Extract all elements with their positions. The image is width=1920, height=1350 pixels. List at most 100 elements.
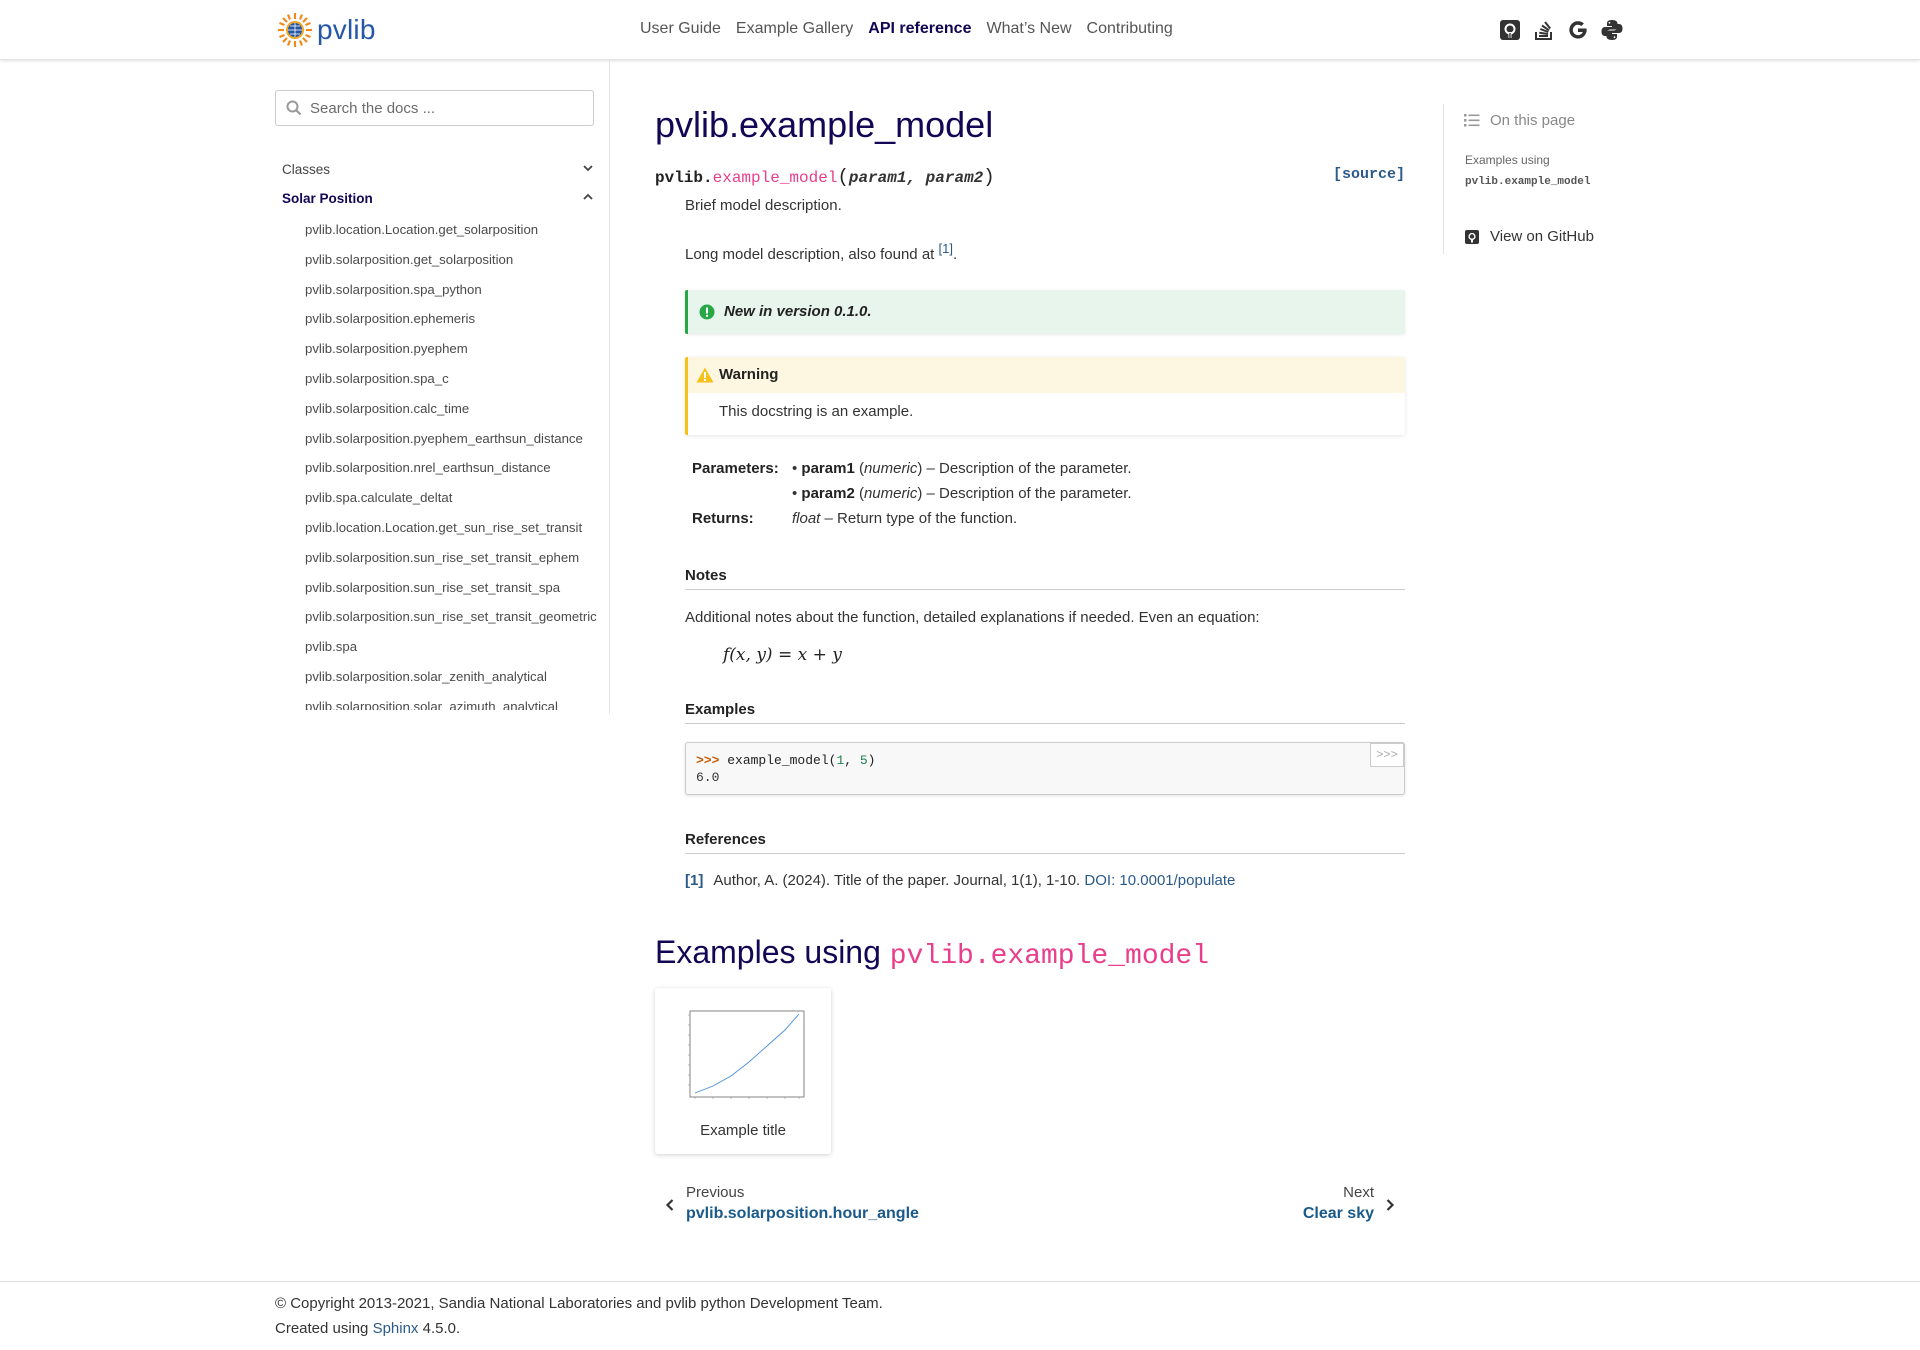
signature-close-paren: ) bbox=[983, 166, 995, 188]
citation-link[interactable]: [1] bbox=[939, 241, 953, 256]
example-thumbnail-card[interactable]: Example title bbox=[655, 988, 831, 1154]
section-label: Solar Position bbox=[282, 191, 373, 206]
pvlib-logo[interactable]: pvlib bbox=[277, 12, 376, 48]
param-item: • param2 (numeric) – Description of the … bbox=[792, 485, 1132, 502]
sphinx-version: 4.5.0. bbox=[418, 1320, 461, 1337]
brief-description: Brief model description. bbox=[685, 197, 842, 214]
sidebar-item[interactable]: pvlib.solarposition.sun_rise_set_transit… bbox=[305, 580, 615, 610]
examples-using-code: pvlib.example_model bbox=[889, 941, 1210, 972]
google-icon[interactable] bbox=[1566, 18, 1590, 42]
search-input[interactable] bbox=[310, 95, 580, 121]
version-added-text: New in version 0.1.0. bbox=[724, 303, 872, 320]
sidebar-item[interactable]: pvlib.solarposition.solar_zenith_analyti… bbox=[305, 669, 615, 699]
exclamation-circle-icon bbox=[699, 304, 715, 320]
created-using: Created using Sphinx 4.5.0. bbox=[275, 1320, 460, 1337]
version-added-note: New in version 0.1.0. bbox=[685, 290, 1405, 334]
sidebar-item[interactable]: pvlib.solarposition.pyephem bbox=[305, 341, 615, 371]
section-label: Classes bbox=[282, 162, 331, 177]
warning-header: Warning bbox=[688, 357, 1405, 393]
sidebar-item[interactable]: pvlib.solarposition.ephemeris bbox=[305, 311, 615, 341]
toc-heading-text: On this page bbox=[1490, 112, 1576, 129]
sidebar-item[interactable]: pvlib.solarposition.spa_python bbox=[305, 282, 615, 312]
param-name: param2 bbox=[801, 485, 855, 502]
on-this-page-toc: On this page Examples using pvlib.exampl… bbox=[1443, 104, 1663, 254]
chevron-left-icon bbox=[665, 1199, 674, 1211]
warning-admonition: Warning This docstring is an example. bbox=[685, 357, 1405, 435]
sidebar-item[interactable]: pvlib.solarposition.calc_time bbox=[305, 401, 615, 431]
previous-title: pvlib.solarposition.hour_angle bbox=[686, 1205, 919, 1222]
code-prompt: >>> bbox=[696, 753, 720, 768]
returns-item: float – Return type of the function. bbox=[792, 510, 1017, 527]
returns-label: Returns: bbox=[692, 510, 754, 527]
previous-page-link[interactable]: Previous pvlib.solarposition.hour_angle bbox=[665, 1184, 919, 1223]
chevron-up-icon[interactable] bbox=[582, 191, 594, 203]
nav-api-reference[interactable]: API reference bbox=[868, 20, 971, 38]
long-description: Long model description, also found at [1… bbox=[685, 241, 957, 263]
signature-prefix: pvlib. bbox=[655, 169, 713, 187]
examples-using-prefix: Examples using bbox=[655, 934, 890, 970]
sidebar-item[interactable]: pvlib.solarposition.pyephem_earthsun_dis… bbox=[305, 431, 615, 461]
param-type: numeric bbox=[863, 460, 918, 477]
copy-prompt-toggle-button[interactable]: >>> bbox=[1370, 743, 1404, 767]
nav-contributing[interactable]: Contributing bbox=[1087, 20, 1173, 38]
next-page-link[interactable]: Next Clear sky bbox=[1303, 1184, 1395, 1223]
code-line-output: 6.0 bbox=[696, 770, 720, 785]
sidebar-item[interactable]: pvlib.solarposition.sun_rise_set_transit… bbox=[305, 550, 615, 580]
warning-body: This docstring is an example. bbox=[719, 403, 914, 420]
sidebar-item[interactable]: pvlib.location.Location.get_solarpositio… bbox=[305, 222, 615, 252]
previous-label: Previous bbox=[686, 1184, 745, 1201]
sphinx-link[interactable]: Sphinx bbox=[373, 1320, 419, 1337]
doi-link[interactable]: DOI: 10.0001/populate bbox=[1084, 872, 1235, 889]
view-on-github-text: View on GitHub bbox=[1490, 228, 1594, 245]
python-icon[interactable] bbox=[1600, 18, 1624, 42]
example-plot-thumbnail bbox=[688, 1010, 805, 1099]
sidebar-item[interactable]: pvlib.solarposition.get_solarposition bbox=[305, 252, 615, 282]
page-footer: © Copyright 2013-2021, Sandia National L… bbox=[0, 1281, 1920, 1350]
nav-example-gallery[interactable]: Example Gallery bbox=[736, 20, 853, 38]
sidebar-item[interactable]: pvlib.solarposition.solar_azimuth_analyt… bbox=[305, 699, 615, 710]
signature-name: example_model bbox=[712, 169, 838, 187]
sidebar-section-solar-position[interactable]: Solar Position bbox=[282, 191, 602, 211]
search-icon bbox=[286, 100, 302, 116]
search-box bbox=[275, 90, 594, 126]
sidebar-section-classes[interactable]: Classes bbox=[282, 162, 602, 182]
stackoverflow-icon[interactable] bbox=[1532, 18, 1556, 42]
view-on-github-link[interactable]: View on GitHub bbox=[1465, 228, 1594, 245]
toc-item-examples-using-code[interactable]: pvlib.example_model bbox=[1465, 176, 1590, 188]
chevron-down-icon[interactable] bbox=[582, 162, 594, 174]
reference-label[interactable]: [1] bbox=[685, 872, 703, 889]
sidebar-items: pvlib.location.Location.get_solarpositio… bbox=[305, 222, 615, 710]
parameters-label: Parameters: bbox=[692, 460, 779, 477]
equation: f(x, y) = x + y bbox=[723, 645, 842, 665]
warning-icon bbox=[696, 367, 714, 383]
code-example: >>> example_model(1, 5) 6.0 >>> bbox=[685, 742, 1405, 795]
main-nav: User Guide Example Gallery API reference… bbox=[640, 20, 1188, 38]
left-sidebar: Classes Solar Position pvlib.location.Lo… bbox=[274, 60, 610, 714]
code-call: example_model( bbox=[727, 753, 837, 768]
sidebar-item[interactable]: pvlib.solarposition.spa_c bbox=[305, 371, 615, 401]
param-desc: – Description of the parameter. bbox=[922, 460, 1132, 477]
nav-whats-new[interactable]: What’s New bbox=[986, 20, 1071, 38]
sidebar-item[interactable]: pvlib.solarposition.nrel_earthsun_distan… bbox=[305, 460, 615, 490]
created-prefix: Created using bbox=[275, 1320, 373, 1337]
nav-user-guide[interactable]: User Guide bbox=[640, 20, 721, 38]
returns-type: float bbox=[792, 510, 821, 527]
code-line-input: >>> example_model(1, 5) bbox=[696, 753, 875, 768]
page-title: pvlib.example_model bbox=[655, 104, 994, 145]
sidebar-item[interactable]: pvlib.location.Location.get_sun_rise_set… bbox=[305, 520, 615, 550]
param-item: • param1 (numeric) – Description of the … bbox=[792, 460, 1132, 477]
toc-item-examples-using[interactable]: Examples using bbox=[1465, 153, 1550, 167]
source-link[interactable]: [source] bbox=[1333, 166, 1405, 183]
next-title: Clear sky bbox=[1302, 1205, 1374, 1222]
sun-logo-icon bbox=[278, 13, 312, 47]
reference-item: [1] Author, A. (2024). Title of the paper… bbox=[685, 872, 1235, 889]
sidebar-item[interactable]: pvlib.solarposition.sun_rise_set_transit… bbox=[305, 609, 615, 639]
code-arg: 5 bbox=[859, 753, 868, 768]
list-icon bbox=[1464, 114, 1480, 127]
sidebar-item[interactable]: pvlib.spa.calculate_deltat bbox=[305, 490, 615, 520]
github-icon[interactable] bbox=[1498, 18, 1522, 42]
sidebar-item[interactable]: pvlib.spa bbox=[305, 639, 615, 669]
toc-heading: On this page bbox=[1464, 112, 1575, 129]
param-type: numeric bbox=[863, 485, 918, 502]
next-label: Next bbox=[1343, 1184, 1374, 1201]
